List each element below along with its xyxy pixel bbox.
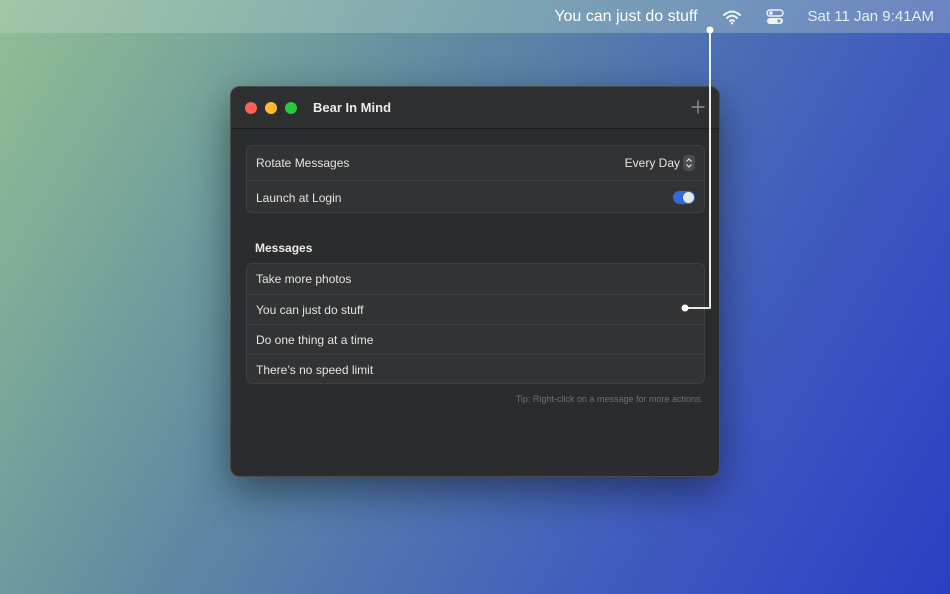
- message-text: You can just do stuff: [256, 302, 364, 317]
- control-center-icon[interactable]: [765, 8, 784, 25]
- rotate-messages-row: Rotate Messages Every Day: [247, 146, 704, 180]
- window-title: Bear In Mind: [313, 100, 392, 115]
- plus-icon: [691, 100, 705, 114]
- launch-at-login-label: Launch at Login: [256, 190, 342, 205]
- minimize-button[interactable]: [265, 101, 277, 114]
- rotate-messages-label: Rotate Messages: [256, 156, 350, 170]
- traffic-lights: [245, 101, 305, 114]
- rotate-messages-select[interactable]: Every Day: [625, 155, 695, 171]
- launch-at-login-row: Launch at Login: [247, 180, 704, 214]
- wifi-icon[interactable]: [722, 9, 742, 25]
- chevron-up-down-icon: [683, 155, 695, 171]
- list-item[interactable]: Take more photos: [247, 264, 704, 294]
- launch-at-login-toggle[interactable]: [673, 191, 695, 204]
- tip-text: Tip: Right-click on a message for more a…: [515, 394, 703, 404]
- rotate-messages-value: Every Day: [624, 156, 680, 170]
- add-message-button[interactable]: [689, 98, 707, 116]
- maximize-button[interactable]: [285, 101, 297, 114]
- messages-section-title: Messages: [255, 241, 313, 255]
- app-window: Bear In Mind Rotate Messages Every Day L…: [230, 86, 720, 477]
- title-bar[interactable]: Bear In Mind: [231, 87, 719, 129]
- settings-group: Rotate Messages Every Day Launch at Logi…: [246, 145, 705, 213]
- list-item[interactable]: You can just do stuff: [247, 294, 704, 324]
- message-text: There’s no speed limit: [256, 362, 374, 377]
- messages-list: Take more photos You can just do stuff D…: [246, 263, 705, 384]
- menu-bar: You can just do stuff Sat 11 Jan 9:41AM: [0, 0, 950, 33]
- message-text: Take more photos: [256, 272, 352, 286]
- close-button[interactable]: [245, 101, 257, 114]
- menubar-message[interactable]: You can just do stuff: [554, 8, 697, 26]
- menubar-clock[interactable]: Sat 11 Jan 9:41AM: [808, 8, 934, 25]
- list-item[interactable]: There’s no speed limit: [247, 354, 704, 384]
- list-item[interactable]: Do one thing at a time: [247, 324, 704, 354]
- toggle-knob: [683, 192, 694, 203]
- message-text: Do one thing at a time: [256, 332, 374, 347]
